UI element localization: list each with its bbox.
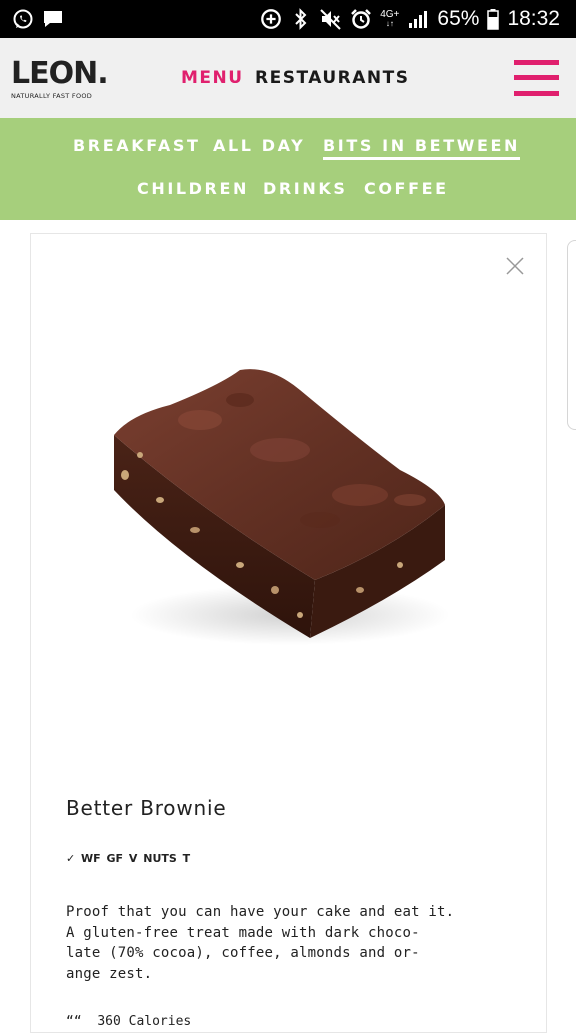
flame-icon: ““ [66,1014,98,1029]
description-line: ange zest. [66,965,153,982]
alarm-icon [350,8,372,30]
description-line: A gluten-free treat made with dark choco… [66,924,420,941]
description-line: late (70% cocoa), coffee, almonds and or… [66,945,420,962]
logo-wordmark: LEON. [11,56,109,91]
leon-logo[interactable]: LEON. NATURALLY FAST FOOD [11,56,109,101]
dietary-tags: ✓ WF GF V NUTS T [66,852,191,865]
whatsapp-icon [12,8,34,30]
clock: 18:32 [507,7,560,30]
category-breakfast[interactable]: BREAKFAST [73,136,201,155]
category-coffee[interactable]: COFFEE [364,179,449,198]
category-bits-in-between[interactable]: BITS IN BETWEEN [323,136,521,160]
message-icon [42,8,64,30]
category-drinks[interactable]: DRINKS [263,179,347,198]
hamburger-menu-icon[interactable] [514,60,559,96]
close-icon[interactable] [505,256,525,276]
signal-icon [407,8,429,30]
calories-line: ““ 360 Calories [66,1014,191,1029]
nav-menu-link[interactable]: MENU [181,68,244,88]
calories-text: 360 Calories [97,1014,192,1029]
site-header: LEON. NATURALLY FAST FOOD MENU RESTAURAN… [0,38,576,118]
data-saver-icon [260,8,282,30]
mute-icon [320,8,342,30]
battery-percent: 65% [437,7,480,30]
product-title: Better Brownie [66,796,227,820]
nav-restaurants-link[interactable]: RESTAURANTS [255,68,409,88]
status-bar: 4G+ ↓↑ 65% 18:32 [0,0,576,38]
category-all-day[interactable]: ALL DAY [213,136,305,155]
product-description: Proof that you can have your cake and ea… [66,902,455,984]
description-line: Proof that you can have your cake and ea… [66,904,455,920]
next-card-edge[interactable] [567,240,576,430]
bluetooth-icon [290,8,312,30]
battery-icon [487,8,500,30]
category-children[interactable]: CHILDREN [137,179,249,198]
brownie-image [114,369,450,645]
logo-tagline: NATURALLY FAST FOOD [11,92,93,100]
category-bar: BREAKFAST ALL DAY BITS IN BETWEEN CHILDR… [0,118,576,220]
